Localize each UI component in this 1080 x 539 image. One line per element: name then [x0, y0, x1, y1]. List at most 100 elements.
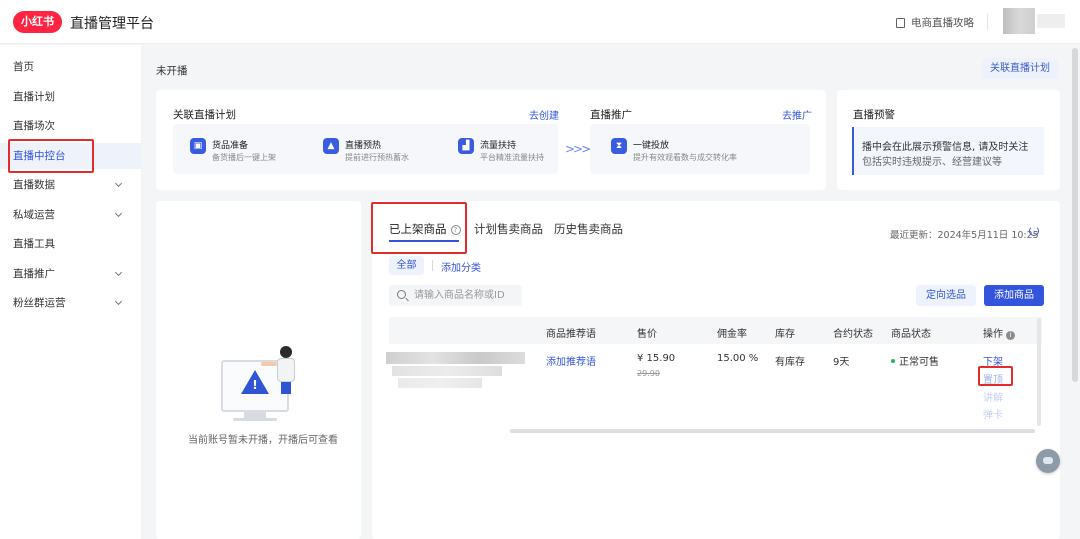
alert-title: 直播预警 — [853, 109, 895, 121]
column-header-status: 商品状态 — [891, 329, 931, 340]
exclamation-mark: ! — [252, 378, 258, 392]
sidebar-item-label: 粉丝群运营 — [13, 297, 66, 309]
explain-button[interactable]: 讲解 — [983, 389, 1003, 404]
step-desc: 提升有效观看数与成交转化率 — [633, 153, 737, 162]
filter-divider — [432, 260, 433, 271]
platform-title: 直播管理平台 — [70, 16, 154, 32]
sidebar-item-private-ops[interactable]: 私域运营 — [0, 202, 141, 228]
person-head — [280, 346, 292, 358]
person-legs — [281, 382, 291, 394]
step-title: 直播预热 — [345, 141, 382, 151]
step-desc: 提前进行预热蓄水 — [345, 153, 409, 162]
chevron-down-icon — [114, 179, 123, 188]
person-illustration — [261, 346, 297, 394]
targeted-selection-button[interactable]: 定向选品 — [916, 285, 976, 306]
goods-search-input[interactable] — [414, 288, 519, 303]
column-header-recommend: 商品推荐语 — [546, 329, 596, 340]
sidebar-item-live-tools[interactable]: 直播工具 — [0, 231, 141, 257]
stock-value: 有库存 — [775, 357, 805, 368]
chevron-down-icon — [114, 297, 123, 306]
bag-icon: ▣ — [190, 138, 206, 154]
top-bar: 小红书 直播管理平台 电商直播攻略 — [0, 0, 1080, 44]
price-value: ¥ 15.90 — [637, 353, 676, 364]
add-recommend-link[interactable]: 添加推荐语 — [546, 353, 596, 368]
sidebar-item-label: 私域运营 — [13, 209, 55, 221]
column-header-commission: 佣金率 — [717, 329, 747, 340]
sidebar-item-label: 直播数据 — [13, 179, 55, 191]
table-horizontal-scrollbar[interactable] — [510, 429, 1035, 433]
live-status: 未开播 — [156, 65, 188, 77]
flame-icon: ▲ — [323, 138, 339, 154]
xiaohongshu-logo[interactable]: 小红书 — [13, 11, 62, 33]
sidebar-item-live-sessions[interactable]: 直播场次 — [0, 113, 141, 139]
sidebar-item-label: 直播推广 — [13, 268, 55, 280]
status-dot-icon — [891, 359, 895, 363]
table-header — [389, 317, 1042, 344]
sidebar-item-label: 直播工具 — [13, 238, 55, 250]
tab-planned-goods[interactable]: 计划售卖商品 — [474, 221, 543, 237]
link-live-plan-button[interactable]: 关联直播计划 — [982, 58, 1058, 79]
contract-value: 9天 — [833, 357, 850, 368]
search-icon — [397, 290, 406, 299]
user-name-blurred[interactable] — [1037, 14, 1065, 28]
column-header-stock: 库存 — [775, 329, 795, 340]
highlight-box-pin — [978, 366, 1013, 386]
step-title: 货品准备 — [212, 141, 249, 151]
column-header-actions: 操作 i — [983, 325, 1015, 340]
sidebar-item-label: 直播计划 — [13, 91, 55, 103]
product-info-blurred[interactable] — [386, 352, 525, 364]
sidebar: 首页 直播计划 直播场次 直播中控台 直播数据 私域运营 直播工具 直播推广 粉… — [0, 45, 141, 539]
alert-line-1: 播中会在此展示预警信息, 请及时关注 — [862, 142, 1029, 153]
status-badge: 正常可售 — [891, 353, 939, 368]
chevron-down-icon — [114, 268, 123, 277]
plan-section-title: 关联直播计划 — [173, 109, 236, 121]
sidebar-item-live-promotion[interactable]: 直播推广 — [0, 261, 141, 287]
step-title: 流量扶持 — [480, 141, 517, 151]
book-icon — [896, 17, 905, 28]
sidebar-item-live-data[interactable]: 直播数据 — [0, 172, 141, 198]
header-divider — [987, 14, 988, 30]
triple-chevron-icon: >>> — [565, 142, 591, 156]
sidebar-item-label: 首页 — [13, 61, 34, 73]
refresh-icon[interactable] — [1029, 226, 1039, 236]
step-title: 一键投放 — [633, 141, 670, 151]
alert-line-2: 包括实时违规提示、经营建议等 — [862, 157, 1002, 168]
hourglass-icon: ⧗ — [611, 138, 627, 154]
promo-section-title: 直播推广 — [590, 109, 632, 121]
user-avatar[interactable] — [1003, 8, 1035, 34]
customer-service-float-button[interactable] — [1036, 449, 1060, 473]
commission-value: 15.00 % — [717, 353, 759, 364]
info-icon[interactable]: i — [1006, 331, 1015, 340]
popup-card-button[interactable]: 弹卡 — [983, 406, 1003, 421]
column-header-contract: 合约状态 — [833, 329, 873, 340]
tab-history-goods[interactable]: 历史售卖商品 — [554, 221, 623, 237]
product-info-blurred — [398, 378, 482, 388]
last-update-text: 最近更新：2024年5月11日 10:25 — [890, 230, 1039, 241]
step-desc: 备货播后一键上架 — [212, 153, 276, 162]
person-arm — [261, 362, 277, 366]
column-header-label: 操作 — [983, 329, 1003, 340]
filter-all-button[interactable]: 全部 — [389, 256, 424, 275]
sidebar-item-home[interactable]: 首页 — [0, 54, 141, 80]
page-scrollbar[interactable] — [1072, 48, 1078, 382]
goods-search — [389, 285, 522, 306]
empty-state-text: 当前账号暂未开播，开播后可查看 — [188, 435, 338, 446]
create-plan-link[interactable]: 去创建 — [529, 107, 559, 122]
chart-up-icon: ▟ — [458, 138, 474, 154]
product-info-blurred — [392, 366, 502, 376]
guide-link-label: 电商直播攻略 — [911, 17, 974, 29]
ecommerce-guide-link[interactable]: 电商直播攻略 — [896, 15, 974, 30]
status-label: 正常可售 — [899, 357, 939, 368]
highlight-box-sidebar — [8, 139, 94, 173]
go-promote-link[interactable]: 去推广 — [782, 107, 812, 122]
sidebar-item-live-plan[interactable]: 直播计划 — [0, 84, 141, 110]
table-vertical-scrollbar[interactable] — [1037, 318, 1041, 426]
highlight-box-tab — [371, 202, 467, 254]
add-category-link[interactable]: 添加分类 — [441, 259, 481, 274]
sidebar-item-fan-group[interactable]: 粉丝群运营 — [0, 290, 141, 316]
chevron-down-icon — [114, 209, 123, 218]
step-desc: 平台精准流量扶持 — [480, 153, 544, 162]
add-goods-button[interactable]: 添加商品 — [984, 285, 1044, 306]
original-price: 29.90 — [637, 369, 660, 378]
sidebar-item-label: 直播场次 — [13, 120, 55, 132]
